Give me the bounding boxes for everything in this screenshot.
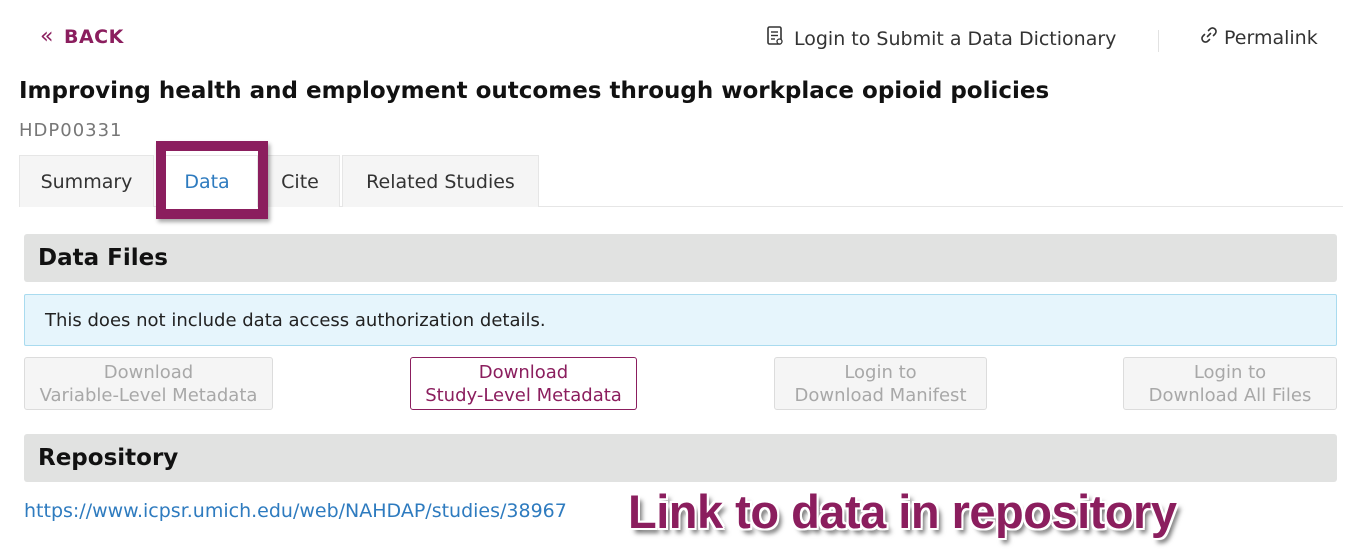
button-line2: Download All Files: [1148, 384, 1312, 406]
login-download-all-files-button[interactable]: Login to Download All Files: [1123, 357, 1337, 410]
permalink-label: Permalink: [1224, 26, 1318, 49]
data-files-heading: Data Files: [24, 234, 1337, 282]
tab-cite[interactable]: Cite: [260, 155, 340, 207]
button-line2: Variable-Level Metadata: [39, 384, 258, 406]
repository-url-link[interactable]: https://www.icpsr.umich.edu/web/NAHDAP/s…: [24, 500, 567, 522]
login-download-manifest-button[interactable]: Login to Download Manifest: [774, 357, 987, 410]
annotation-callout: Link to data in repository: [628, 485, 1177, 538]
login-submit-dictionary-label: Login to Submit a Data Dictionary: [794, 27, 1117, 50]
document-icon: [766, 26, 784, 51]
button-line1: Login to: [1193, 361, 1267, 383]
tab-data[interactable]: Data: [156, 155, 258, 207]
top-bar: « BACK Login to Submit a Data Dictionary…: [0, 24, 1358, 56]
info-notice: This does not include data access author…: [24, 294, 1337, 346]
tab-bar: Summary Data Cite Related Studies: [19, 155, 1343, 207]
button-line1: Download: [103, 361, 194, 383]
button-line1: Download: [478, 361, 569, 383]
permalink-link[interactable]: Permalink: [1200, 26, 1318, 49]
repository-heading: Repository: [24, 434, 1337, 482]
page-title: Improving health and employment outcomes…: [19, 78, 1050, 104]
button-line1: Login to: [844, 361, 917, 383]
header-divider: [1158, 30, 1159, 52]
button-line2: Study-Level Metadata: [425, 384, 622, 406]
link-icon: [1200, 26, 1218, 49]
tab-related-studies[interactable]: Related Studies: [342, 155, 539, 207]
login-submit-dictionary-link[interactable]: Login to Submit a Data Dictionary: [766, 26, 1116, 51]
button-line2: Download Manifest: [794, 384, 967, 406]
double-chevron-left-icon: «: [40, 24, 54, 49]
back-button[interactable]: « BACK: [40, 24, 124, 49]
download-variable-metadata-button[interactable]: Download Variable-Level Metadata: [24, 357, 273, 410]
download-study-metadata-button[interactable]: Download Study-Level Metadata: [410, 357, 637, 410]
study-id: HDP00331: [19, 120, 123, 141]
back-label: BACK: [63, 26, 124, 48]
info-notice-text: This does not include data access author…: [45, 309, 546, 331]
tab-summary[interactable]: Summary: [19, 155, 154, 207]
